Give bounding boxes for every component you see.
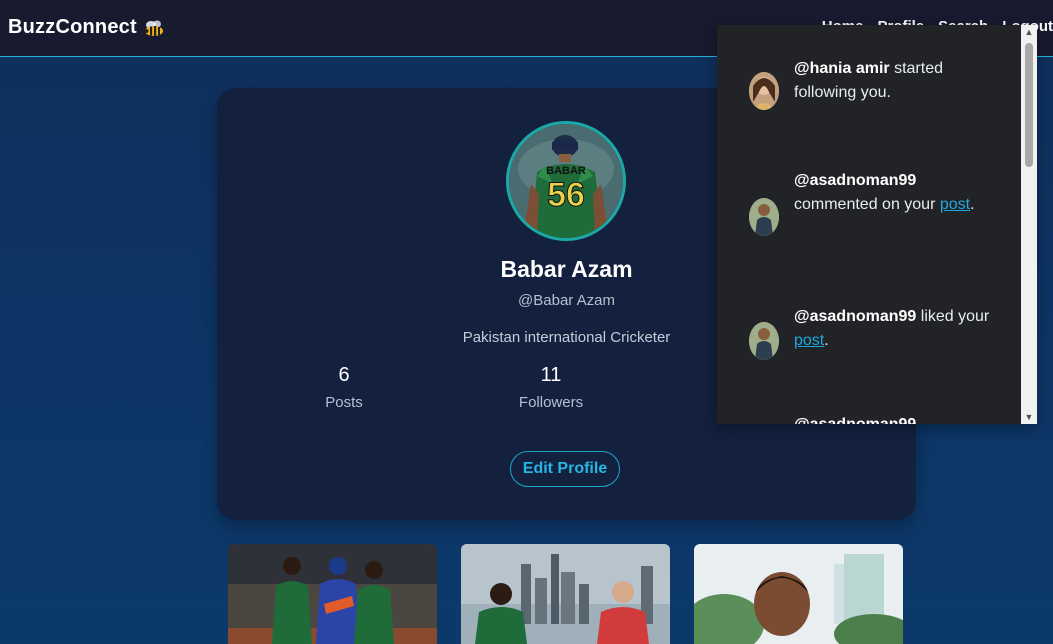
- notification-post-link[interactable]: post: [794, 332, 824, 349]
- notification-user[interactable]: @asadnoman99: [794, 308, 916, 325]
- notification-item[interactable]: @asadnoman99 liked your post.: [717, 305, 1022, 385]
- scroll-down-icon[interactable]: ▼: [1021, 410, 1037, 424]
- edit-profile-button[interactable]: Edit Profile: [510, 451, 620, 487]
- notification-text: @asadnoman99 liked your post.: [794, 305, 994, 353]
- post-thumbnail[interactable]: [461, 544, 670, 644]
- notification-message: commented on your: [794, 196, 940, 213]
- notification-item[interactable]: @asadnoman99: [717, 413, 1022, 424]
- post-thumbnail[interactable]: [694, 544, 903, 644]
- stat-posts-label: Posts: [325, 394, 363, 411]
- notification-user[interactable]: @hania amir: [794, 60, 890, 77]
- bee-icon: [143, 20, 165, 38]
- stat-posts-value: 6: [338, 364, 350, 386]
- post-thumbnail[interactable]: [228, 544, 437, 644]
- notification-text: @asadnoman99: [794, 413, 994, 424]
- post-grid: [228, 544, 908, 644]
- jersey-number: 56: [547, 176, 585, 214]
- notification-avatar[interactable]: [749, 72, 779, 110]
- notifications-scrollbar[interactable]: ▲ ▼: [1021, 25, 1037, 424]
- notification-item[interactable]: @hania amir started following you.: [717, 55, 1022, 135]
- notification-avatar[interactable]: [749, 198, 779, 236]
- notification-text: @hania amir started following you.: [794, 57, 994, 105]
- brand-logo[interactable]: BuzzConnect: [8, 16, 165, 39]
- stat-followers-value: 11: [540, 364, 562, 386]
- notification-user[interactable]: @asadnoman99: [794, 416, 916, 424]
- notification-message: liked your: [916, 308, 990, 325]
- stat-followers[interactable]: 11 Followers: [491, 364, 611, 411]
- notification-suffix: .: [970, 196, 975, 213]
- scroll-thumb[interactable]: [1025, 43, 1033, 167]
- stat-posts: 6 Posts: [284, 364, 404, 411]
- notification-avatar[interactable]: [749, 322, 779, 360]
- notification-text: @asadnoman99 commented on your post.: [794, 169, 994, 217]
- notification-suffix: .: [824, 332, 829, 349]
- brand-name: BuzzConnect: [8, 16, 137, 38]
- notifications-dropdown[interactable]: @hania amir started following you. @asad…: [717, 25, 1037, 424]
- scroll-up-icon[interactable]: ▲: [1021, 25, 1037, 39]
- stat-followers-label: Followers: [518, 394, 584, 411]
- profile-avatar[interactable]: BABAR 56: [506, 121, 626, 241]
- notification-post-link[interactable]: post: [940, 196, 970, 213]
- notification-user[interactable]: @asadnoman99: [794, 172, 916, 189]
- notification-item[interactable]: @asadnoman99 commented on your post.: [717, 169, 1022, 269]
